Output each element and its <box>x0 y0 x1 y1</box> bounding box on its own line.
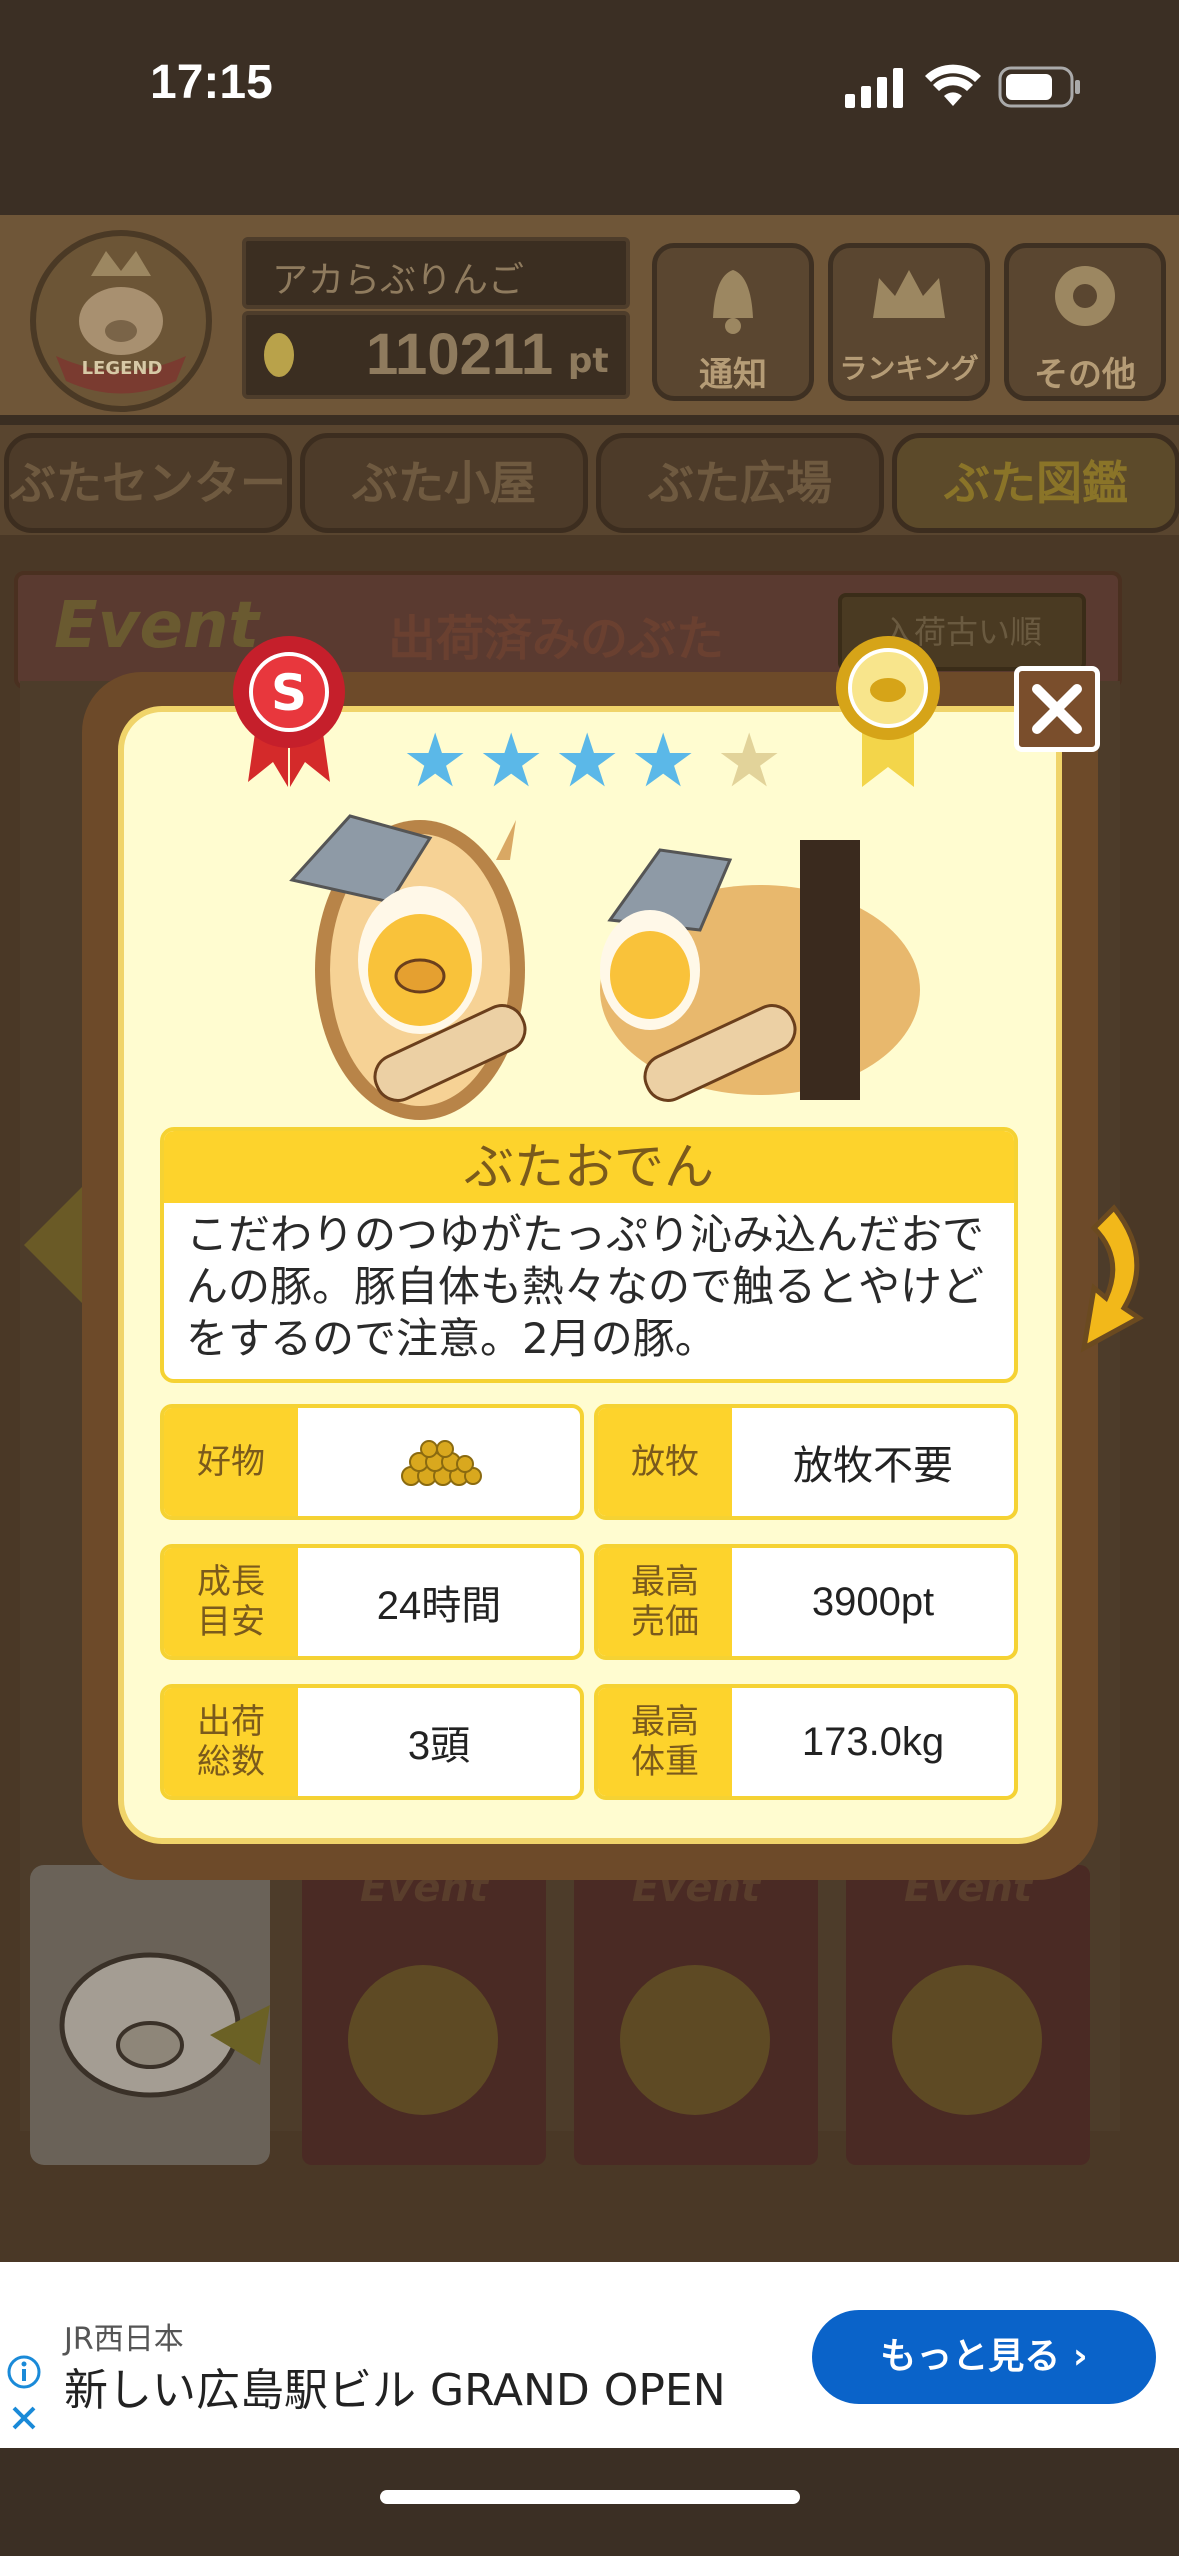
two-pigs-icon <box>892 1965 1042 2115</box>
home-indicator[interactable] <box>380 2490 800 2504</box>
rating-star-3: ★ <box>554 718 621 804</box>
points-unit: pt <box>568 341 609 381</box>
stat-label: 放牧 <box>598 1408 732 1516</box>
pig-crown-icon <box>56 251 186 394</box>
points-panel: 110211 pt <box>242 311 630 399</box>
bell-icon <box>713 270 753 334</box>
points-value: 110211 <box>366 322 554 387</box>
stat-favorite-food: 好物 <box>160 1404 584 1520</box>
tab-buta-plaza[interactable]: ぶた広場 <box>596 433 884 533</box>
crown-icon <box>873 270 945 318</box>
ad-headline: 新しい広島駅ビル GRAND OPEN <box>64 2365 726 2416</box>
chevron-right-icon: › <box>1072 2336 1088 2377</box>
header-pattern-band <box>0 170 1179 215</box>
stat-total-shipped: 出荷 総数 3頭 <box>160 1684 584 1800</box>
battery-icon <box>998 66 1080 108</box>
bottom-tab-event-1[interactable]: Event <box>302 1865 546 2165</box>
home-indicator-area <box>0 2448 1179 2556</box>
rating-star-5: ★ <box>716 718 783 804</box>
stat-value <box>298 1408 580 1516</box>
stat-value: 3900pt <box>811 1579 935 1624</box>
stat-value: 放牧不要 <box>793 1444 953 1488</box>
ranking-label: ランキング <box>839 352 979 385</box>
gear-icon <box>1055 266 1115 326</box>
game-header: LEGEND アカらぶりんご 110211 pt 通知 ランキング その他 <box>0 215 1179 415</box>
stat-label: 最高 売価 <box>598 1548 732 1656</box>
coin-icon <box>264 333 294 377</box>
feed-pile-icon <box>401 1440 482 1486</box>
legend-badge[interactable]: LEGEND <box>30 230 212 412</box>
calendar-icon <box>620 1965 770 2115</box>
close-ad-icon[interactable] <box>8 2402 40 2434</box>
pig-illustration <box>289 814 920 1120</box>
laurel-pig-icon <box>348 1965 498 2115</box>
pig-description: こだわりのつゆがたっぷり沁み込んだおでんの豚。豚自体も熱々なので触るとやけどをす… <box>186 1210 985 1363</box>
wifi-icon <box>925 64 981 106</box>
signal-icon <box>845 68 903 108</box>
status-time: 17:15 <box>150 56 273 109</box>
sub-header-title: 出荷済みのぶた <box>388 611 725 667</box>
rating-star-1: ★ <box>402 718 469 804</box>
stat-growth-time: 成長 目安 24時間 <box>160 1544 584 1660</box>
close-icon <box>1032 684 1082 734</box>
rating-star-4: ★ <box>630 718 697 804</box>
stat-value: 24時間 <box>376 1584 502 1628</box>
ad-cta-button[interactable]: もっと見る › <box>812 2310 1156 2404</box>
tab-buta-encyclopedia[interactable]: ぶた図鑑 <box>892 433 1179 533</box>
next-arrow-icon[interactable] <box>1044 1198 1154 1358</box>
close-button[interactable] <box>1014 666 1100 752</box>
info-icon[interactable] <box>6 2354 42 2390</box>
other-button[interactable]: その他 <box>1004 243 1166 401</box>
tab-buta-center[interactable]: ぶたセンター <box>4 433 292 533</box>
nav-tabs: ぶたセンター ぶた小屋 ぶた広場 ぶた図鑑 <box>0 425 1179 535</box>
stat-label: 最高 体重 <box>598 1688 732 1796</box>
player-name: アカらぶりんご <box>272 260 525 301</box>
ad-advertiser: JR西日本 <box>64 2322 184 2357</box>
badge-label: LEGEND <box>81 358 163 379</box>
stat-max-price: 最高 売価 3900pt <box>594 1544 1018 1660</box>
player-name-panel: アカらぶりんご <box>242 237 630 309</box>
tab-buta-hut[interactable]: ぶた小屋 <box>300 433 588 533</box>
bottom-tab-event-3[interactable]: Event <box>846 1865 1090 2165</box>
pig-name: ぶたおでん <box>164 1131 1014 1203</box>
bottom-tab-encyclopedia[interactable] <box>30 1865 270 2165</box>
ranking-button[interactable]: ランキング <box>828 243 990 401</box>
stat-value: 3頭 <box>407 1724 471 1768</box>
notification-label: 通知 <box>699 355 767 395</box>
stat-value: 173.0kg <box>801 1719 945 1764</box>
other-label: その他 <box>1034 355 1136 395</box>
stat-max-weight: 最高 体重 173.0kg <box>594 1684 1018 1800</box>
rating-star-2: ★ <box>478 718 545 804</box>
rank-letter: S <box>270 664 307 722</box>
status-bar: 17:15 <box>0 0 1179 170</box>
ad-banner[interactable]: JR西日本 新しい広島駅ビル GRAND OPEN もっと見る › <box>0 2262 1179 2448</box>
stat-grazing: 放牧 放牧不要 <box>594 1404 1018 1520</box>
stat-label: 成長 目安 <box>164 1548 298 1656</box>
gold-medal-icon <box>836 636 940 787</box>
notification-button[interactable]: 通知 <box>652 243 814 401</box>
stat-label: 出荷 総数 <box>164 1688 298 1796</box>
ad-cta-label: もっと見る <box>880 2336 1061 2377</box>
pig-info-box: ぶたおでん こだわりのつゆがたっぷり沁み込んだおでんの豚。豚自体も熱々なので触る… <box>160 1127 1018 1383</box>
bottom-tab-event-2[interactable]: Event <box>574 1865 818 2165</box>
rank-ribbon: S <box>228 632 350 792</box>
stat-label: 好物 <box>164 1408 298 1516</box>
pig-face-icon <box>59 1952 270 2098</box>
